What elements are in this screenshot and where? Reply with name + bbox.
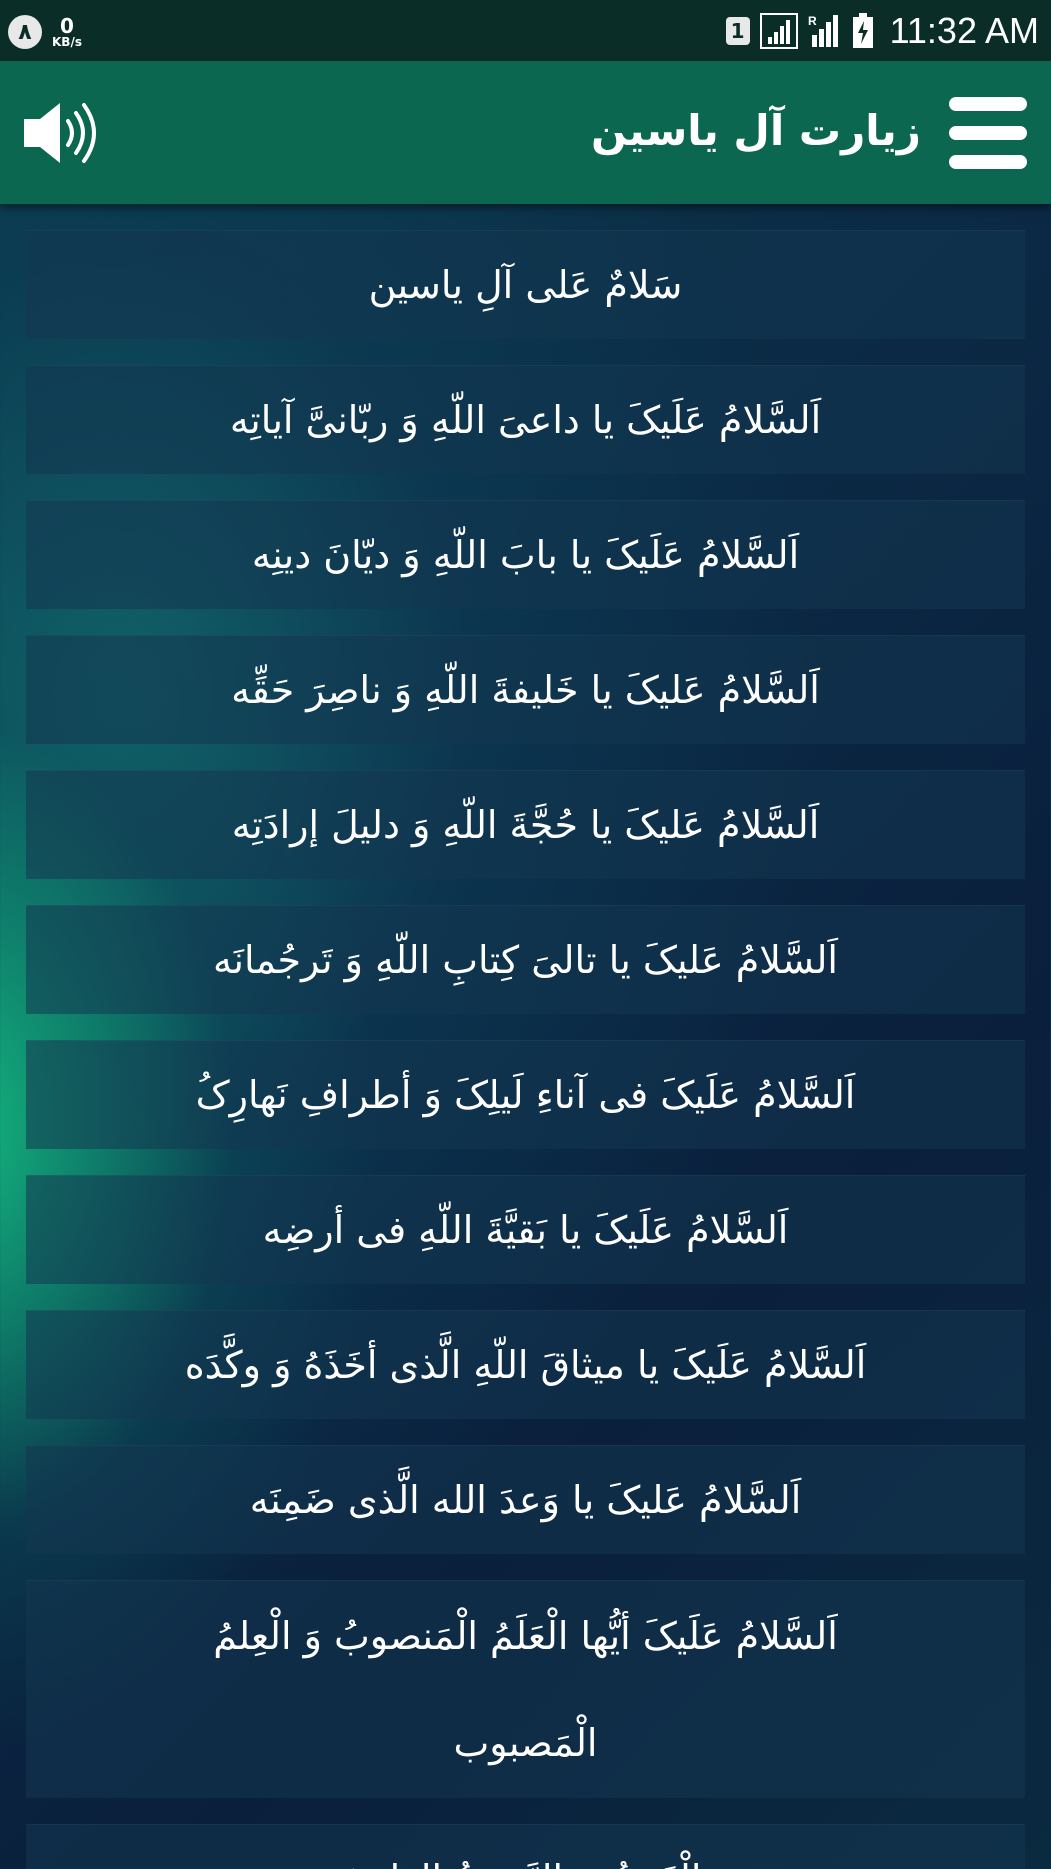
list-item-text: اَلسَّلامُ عَلَیکَ أیُّها الْعَلَمُ الْم… <box>213 1613 838 1765</box>
list-item[interactable]: اَلسَّلامُ عَلیکَ یا وَعدَ الله الَّذی ض… <box>26 1445 1025 1554</box>
list-item-text: اَلسَّلامُ عَلَیکَ یا بَقیَّةَ اللّهِ فی… <box>262 1208 789 1252</box>
hamburger-menu-icon <box>949 97 1027 111</box>
status-bar: ٨ 0 KB/s 1 R 11:32 AM <box>0 0 1051 61</box>
list-item[interactable]: اَلسَّلامُ عَلَیکَ یا داعیَ اللّهِ وَ رب… <box>26 365 1025 474</box>
list-item-text: اَلسَّلامُ عَلَیکَ یا بابَ اللّهِ وَ دیّ… <box>251 533 800 577</box>
list-item-text: اَلسَّلامُ عَلَیکَ فی آناءِ لَیلِکَ وَ أ… <box>195 1073 856 1117</box>
list-item-text: اَلسَّلامُ عَلَیکَ یا داعیَ اللّهِ وَ رب… <box>229 398 822 442</box>
roaming-signal-icon: R <box>808 14 838 47</box>
list-item[interactable]: وَ الْغَوثُ وَ الرَّحمَةُ الواسِعَة <box>26 1824 1025 1869</box>
network-speed-unit: KB/s <box>52 35 82 49</box>
hamburger-menu-bar <box>949 126 1027 140</box>
list-item[interactable]: اَلسَّلامُ عَلَیکَ أیُّها الْعَلَمُ الْم… <box>26 1580 1025 1798</box>
list-item[interactable]: اَلسَّلامُ عَلَیکَ یا میثاقَ اللّهِ الَّ… <box>26 1310 1025 1419</box>
hamburger-menu-button[interactable] <box>949 97 1027 169</box>
page-title: زیارت آل یاسین <box>591 106 921 155</box>
network-speed: 0 KB/s <box>52 16 82 48</box>
list-item-text: اَلسَّلامُ عَلَیکَ یا میثاقَ اللّهِ الَّ… <box>184 1343 867 1387</box>
list-item-text: سَلامٌ عَلی آلِ یاسین <box>368 263 683 307</box>
list-item-text: اَلسَّلامُ عَلیکَ یا تالیَ کِتابِ اللّهِ… <box>213 938 838 982</box>
signal-strength-icon <box>759 13 798 49</box>
verse-list: سَلامٌ عَلی آلِ یاسین اَلسَّلامُ عَلَیکَ… <box>26 230 1025 1869</box>
list-item[interactable]: اَلسَّلامُ عَلَیکَ فی آناءِ لَیلِکَ وَ أ… <box>26 1040 1025 1149</box>
speaker-volume-icon <box>24 103 96 163</box>
list-item[interactable]: سَلامٌ عَلی آلِ یاسین <box>26 230 1025 339</box>
notification-badge: ٨ <box>8 15 42 49</box>
sound-button[interactable] <box>22 97 104 169</box>
battery-charging-icon <box>852 13 873 48</box>
status-clock: 11:32 AM <box>889 10 1039 51</box>
svg-text:R: R <box>808 14 817 28</box>
status-left: ٨ 0 KB/s <box>8 12 82 52</box>
list-item-text: اَلسَّلامُ عَلیکَ یا وَعدَ الله الَّذی ض… <box>249 1478 802 1522</box>
list-item-text: اَلسَّلامُ عَلیکَ یا حُجَّةَ اللّهِ وَ د… <box>231 803 820 847</box>
list-item[interactable]: اَلسَّلامُ عَلَیکَ یا بابَ اللّهِ وَ دیّ… <box>26 500 1025 609</box>
hamburger-menu-bar <box>949 155 1027 169</box>
list-item[interactable]: اَلسَّلامُ عَلیکَ یا حُجَّةَ اللّهِ وَ د… <box>26 770 1025 879</box>
status-right: 1 R 11:32 AM <box>725 8 1039 54</box>
list-item-text: اَلسَّلامُ عَلیکَ یا خَلیفةَ اللّهِ وَ ن… <box>231 668 820 712</box>
list-item[interactable]: اَلسَّلامُ عَلیکَ یا تالیَ کِتابِ اللّهِ… <box>26 905 1025 1014</box>
app-bar: زیارت آل یاسین <box>0 61 1051 204</box>
list-item[interactable]: اَلسَّلامُ عَلیکَ یا خَلیفةَ اللّهِ وَ ن… <box>26 635 1025 744</box>
list-item-text: وَ الْغَوثُ وَ الرَّحمَةُ الواسِعَة <box>56 1825 996 1869</box>
list-item[interactable]: اَلسَّلامُ عَلَیکَ یا بَقیَّةَ اللّهِ فی… <box>26 1175 1025 1284</box>
sim-slot-badge: 1 <box>725 17 750 45</box>
network-speed-value: 0 <box>60 14 74 38</box>
